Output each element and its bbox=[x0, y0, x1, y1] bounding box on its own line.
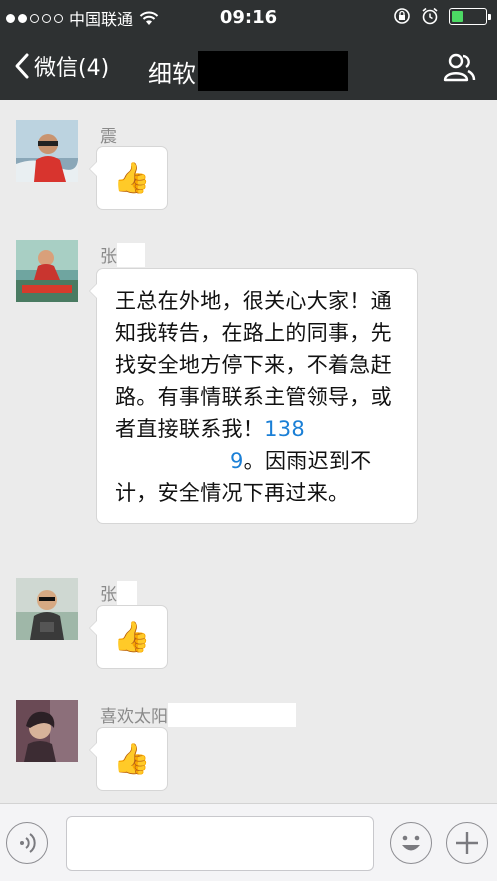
back-button[interactable]: 微信(4) bbox=[14, 50, 109, 82]
voice-icon bbox=[20, 833, 36, 853]
battery-icon bbox=[449, 7, 491, 25]
voice-button[interactable] bbox=[6, 822, 48, 864]
sender-name: 张 bbox=[100, 242, 145, 267]
rotation-lock-icon bbox=[394, 8, 410, 24]
plus-icon bbox=[456, 832, 478, 854]
message-bubble[interactable]: 王总在外地，很关心大家！通知我转告，在路上的同事，先找安全地方停下来，不着急赶路… bbox=[89, 268, 418, 524]
battery-fill bbox=[452, 10, 464, 22]
alarm-icon bbox=[422, 7, 438, 25]
chat-title-text: 细软 bbox=[148, 59, 196, 88]
redaction-box bbox=[198, 51, 348, 91]
status-right bbox=[393, 7, 491, 25]
sender-name: 喜欢太阳 bbox=[100, 702, 296, 727]
thumbs-up-icon: 👍 bbox=[113, 619, 151, 655]
back-label: 微信(4) bbox=[34, 56, 110, 81]
input-bar bbox=[0, 803, 497, 881]
more-button[interactable] bbox=[446, 822, 488, 864]
chat-title: 细软 bbox=[148, 51, 348, 91]
avatar[interactable] bbox=[16, 240, 78, 302]
thumbs-up-icon: 👍 bbox=[113, 160, 151, 196]
chevron-left-icon bbox=[15, 53, 29, 79]
emoji-icon bbox=[402, 835, 420, 851]
message-bubble[interactable]: 👍 bbox=[89, 146, 168, 210]
sender-name: 张 bbox=[100, 580, 137, 605]
message-bubble[interactable]: 👍 bbox=[89, 605, 168, 669]
chat-members-icon[interactable] bbox=[441, 50, 477, 86]
thumbs-up-icon: 👍 bbox=[113, 741, 151, 777]
message-input[interactable] bbox=[66, 816, 374, 871]
message-text: 王总在外地，很关心大家！通知我转告，在路上的同事，先找安全地方停下来，不着急赶路… bbox=[115, 289, 392, 441]
sender-name: 震 bbox=[100, 127, 117, 147]
redaction-box bbox=[115, 450, 230, 474]
avatar[interactable] bbox=[16, 700, 78, 762]
nav-bar: 微信(4) 细软 bbox=[0, 36, 497, 100]
redaction-box bbox=[117, 580, 137, 605]
status-bar: 中国联通 09:16 bbox=[0, 0, 497, 36]
message-bubble[interactable]: 👍 bbox=[89, 727, 168, 791]
redaction-box bbox=[168, 702, 296, 727]
redaction-box bbox=[117, 242, 145, 267]
avatar[interactable] bbox=[16, 120, 78, 182]
avatar[interactable] bbox=[16, 578, 78, 640]
emoji-button[interactable] bbox=[390, 822, 432, 864]
